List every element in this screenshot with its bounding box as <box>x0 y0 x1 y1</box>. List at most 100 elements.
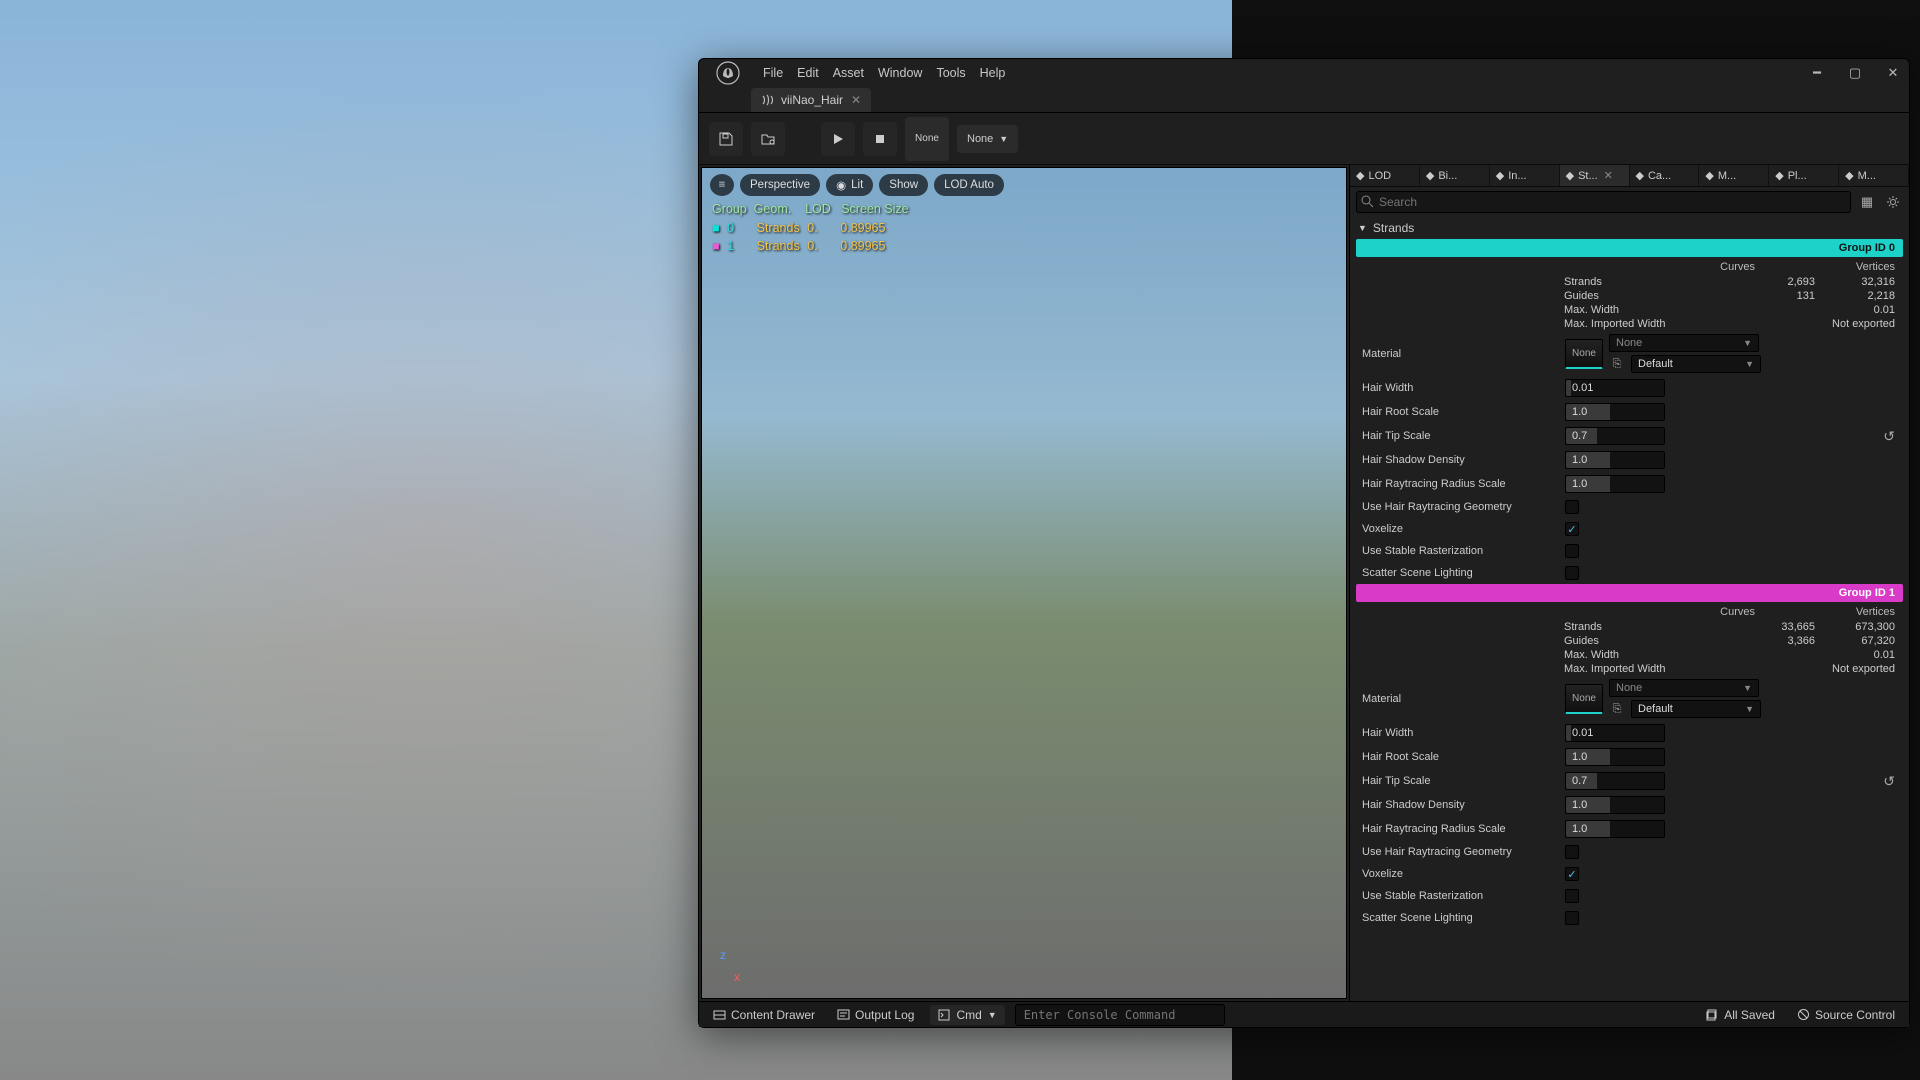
property-row: Hair Width0.01 <box>1356 376 1903 400</box>
property-row: Hair Raytracing Radius Scale1.0 <box>1356 472 1903 496</box>
property-row: Hair Width0.01 <box>1356 721 1903 745</box>
property-row: Hair Root Scale1.0 <box>1356 745 1903 769</box>
menu-help[interactable]: Help <box>980 66 1006 80</box>
titlebar: File Edit Asset Window Tools Help ━ ▢ ✕ <box>699 59 1909 87</box>
close-window-button[interactable]: ✕ <box>1883 65 1903 81</box>
property-row: Hair Raytracing Radius Scale1.0 <box>1356 817 1903 841</box>
gear-icon <box>1886 195 1900 209</box>
material-asset-dropdown[interactable]: None▼ <box>1609 334 1759 352</box>
content-drawer-button[interactable]: Content Drawer <box>707 1005 821 1025</box>
details-tab[interactable]: ◆Bi... <box>1420 165 1490 186</box>
strands-section-header[interactable]: ▼ Strands <box>1356 217 1903 239</box>
checkbox[interactable] <box>1565 889 1579 903</box>
viewport-options-button[interactable]: ≡ <box>710 174 734 196</box>
drawer-icon <box>713 1008 726 1021</box>
maximize-button[interactable]: ▢ <box>1845 65 1865 81</box>
details-tab[interactable]: ◆M... <box>1699 165 1769 186</box>
stop-button[interactable] <box>863 122 897 156</box>
checkbox[interactable]: ✓ <box>1565 867 1579 881</box>
checkbox[interactable] <box>1565 911 1579 925</box>
minimize-button[interactable]: ━ <box>1807 65 1827 81</box>
console-command-input[interactable] <box>1015 1004 1225 1026</box>
source-control-button[interactable]: Source Control <box>1791 1005 1901 1025</box>
stat-column-header: CurvesVertices <box>1356 602 1903 620</box>
cmd-dropdown[interactable]: Cmd ▼ <box>930 1005 1004 1025</box>
output-log-button[interactable]: Output Log <box>831 1005 920 1025</box>
reset-to-default-icon[interactable]: ↺ <box>1883 428 1899 445</box>
viewport-column: ≡ Perspective ◉Lit Show LOD Auto Group G… <box>699 165 1349 1001</box>
material-thumbnail[interactable]: None <box>1565 684 1603 714</box>
group-id-bar: Group ID 1 <box>1356 584 1903 602</box>
details-view-options-button[interactable]: ▦ <box>1857 192 1877 212</box>
viewport-stats-overlay: Group Geom. LOD Screen Size ■ 0 Strands … <box>712 200 909 256</box>
groom-editor-window: File Edit Asset Window Tools Help ━ ▢ ✕ … <box>698 58 1910 1028</box>
property-row: Voxelize✓ <box>1356 863 1903 885</box>
checkbox[interactable] <box>1565 566 1579 580</box>
stat-row: Guides3,36667,320 <box>1356 634 1903 648</box>
numeric-input[interactable]: 1.0 <box>1565 475 1665 493</box>
checkbox[interactable] <box>1565 845 1579 859</box>
menu-tools[interactable]: Tools <box>936 66 965 80</box>
stat-row: Max. Imported WidthNot exported <box>1356 662 1903 676</box>
numeric-input[interactable]: 1.0 <box>1565 451 1665 469</box>
viewport-show-button[interactable]: Show <box>879 174 928 196</box>
details-search-row: ▦ <box>1350 187 1909 217</box>
viewport-lod-button[interactable]: LOD Auto <box>934 174 1004 196</box>
checkbox[interactable] <box>1565 544 1579 558</box>
tab-icon: ◆ <box>1705 169 1713 182</box>
group-id-bar: Group ID 0 <box>1356 239 1903 257</box>
numeric-input[interactable]: 1.0 <box>1565 403 1665 421</box>
material-asset-dropdown[interactable]: None▼ <box>1609 679 1759 697</box>
numeric-input[interactable]: 1.0 <box>1565 796 1665 814</box>
viewport-perspective-button[interactable]: Perspective <box>740 174 820 196</box>
save-button[interactable] <box>709 122 743 156</box>
play-button[interactable] <box>821 122 855 156</box>
property-row: Scatter Scene Lighting <box>1356 907 1903 929</box>
material-slot-dropdown[interactable]: Default▼ <box>1631 700 1761 718</box>
details-scroll[interactable]: ▼ Strands Group ID 0CurvesVerticesStrand… <box>1350 217 1909 1001</box>
tab-label: M... <box>1858 170 1876 182</box>
viewport-toolbar: ≡ Perspective ◉Lit Show LOD Auto <box>710 174 1004 196</box>
details-search-input[interactable] <box>1356 191 1851 213</box>
details-tab[interactable]: ◆LOD <box>1350 165 1420 186</box>
checkbox[interactable]: ✓ <box>1565 522 1579 536</box>
details-tab[interactable]: ◆Pl... <box>1769 165 1839 186</box>
menu-edit[interactable]: Edit <box>797 66 819 80</box>
menu-window[interactable]: Window <box>878 66 922 80</box>
preview-thumb[interactable]: None <box>905 117 949 161</box>
menu-file[interactable]: File <box>763 66 783 80</box>
material-slot-dropdown[interactable]: Default▼ <box>1631 355 1761 373</box>
collapse-icon: ▼ <box>1358 223 1367 233</box>
viewport-lit-button[interactable]: ◉Lit <box>826 174 873 196</box>
numeric-input[interactable]: 1.0 <box>1565 748 1665 766</box>
numeric-input[interactable]: 0.7 <box>1565 772 1665 790</box>
reset-to-default-icon[interactable]: ↺ <box>1883 773 1899 790</box>
close-icon[interactable]: ✕ <box>1604 169 1613 182</box>
details-tab[interactable]: ◆M... <box>1839 165 1909 186</box>
numeric-input[interactable]: 1.0 <box>1565 820 1665 838</box>
preview-viewport[interactable]: ≡ Perspective ◉Lit Show LOD Auto Group G… <box>701 167 1347 999</box>
all-saved-indicator[interactable]: All Saved <box>1700 1005 1781 1025</box>
details-tab[interactable]: ◆Ca... <box>1630 165 1700 186</box>
checkbox[interactable] <box>1565 500 1579 514</box>
details-tab[interactable]: ◆St...✕ <box>1560 165 1630 186</box>
details-tab[interactable]: ◆In... <box>1490 165 1560 186</box>
numeric-input[interactable]: 0.01 <box>1565 724 1665 742</box>
property-row: Use Hair Raytracing Geometry <box>1356 841 1903 863</box>
property-row: Use Stable Rasterization <box>1356 885 1903 907</box>
close-tab-icon[interactable]: ✕ <box>851 93 861 107</box>
use-selected-icon[interactable]: ⎘ <box>1609 356 1625 372</box>
tab-icon: ◆ <box>1496 169 1504 182</box>
tab-label: Pl... <box>1788 170 1807 182</box>
numeric-input[interactable]: 0.01 <box>1565 379 1665 397</box>
material-thumbnail[interactable]: None <box>1565 339 1603 369</box>
use-selected-icon[interactable]: ⎘ <box>1609 701 1625 717</box>
main-toolbar: None None ▼ <box>699 113 1909 165</box>
simulation-dropdown[interactable]: None ▼ <box>957 125 1018 153</box>
browse-button[interactable] <box>751 122 785 156</box>
menu-asset[interactable]: Asset <box>833 66 864 80</box>
details-settings-button[interactable] <box>1883 192 1903 212</box>
tab-icon: ◆ <box>1356 169 1364 182</box>
asset-tab[interactable]: viiNao_Hair ✕ <box>751 88 871 112</box>
numeric-input[interactable]: 0.7 <box>1565 427 1665 445</box>
